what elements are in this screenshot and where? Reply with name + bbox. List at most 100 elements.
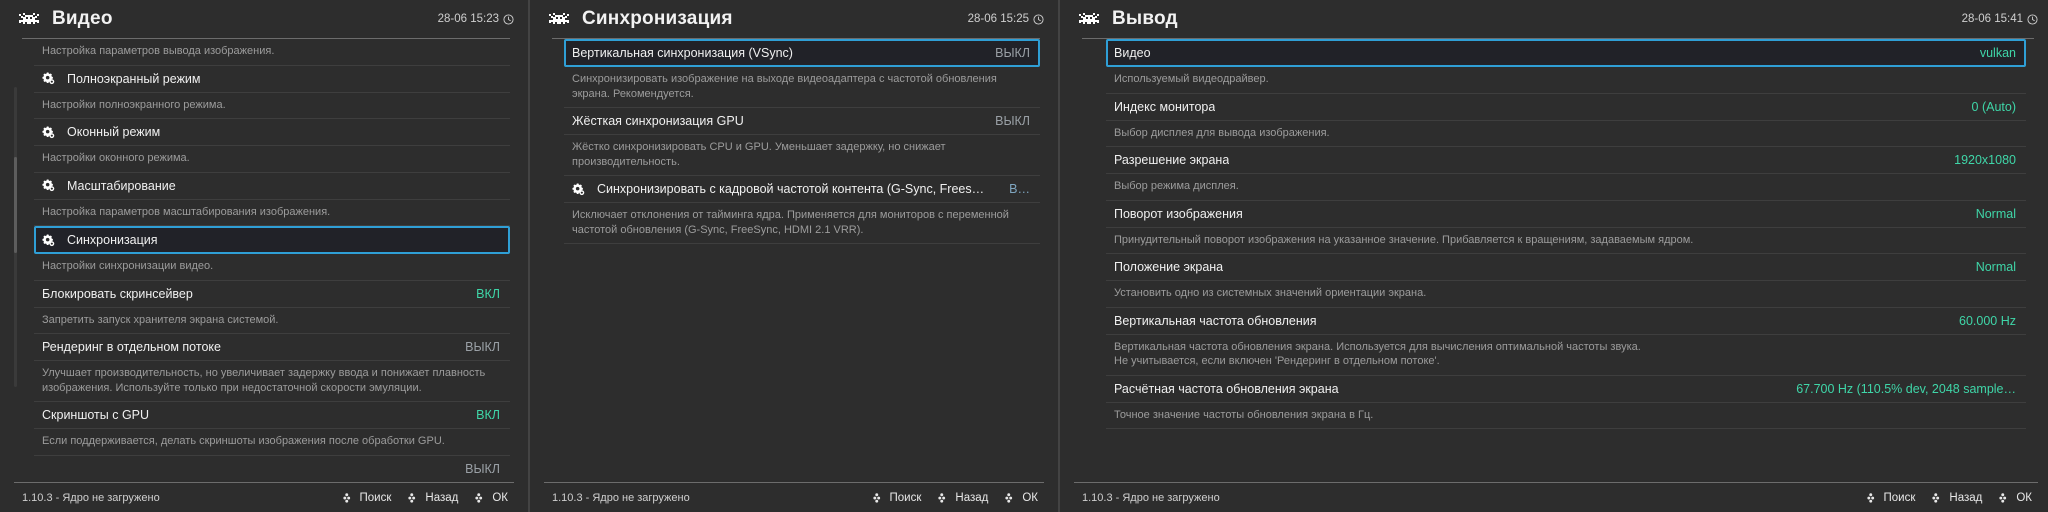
clock: 28-06 15:25 [968, 13, 1044, 25]
setting-label: Вертикальная синхронизация (VSync) [572, 46, 793, 60]
setting-value[interactable]: 1920x1080 [1942, 153, 2016, 167]
setting-sublabel: Вертикальная частота обновления экрана. … [1106, 335, 2026, 376]
gamepad-icon [872, 493, 880, 503]
setting-row[interactable]: Оконный режим [34, 119, 510, 146]
gear-icon [572, 183, 585, 195]
setting-row[interactable]: Синхронизировать с кадровой частотой кон… [564, 176, 1040, 203]
setting-value[interactable]: В… [997, 182, 1030, 196]
setting-row-selected[interactable]: Синхронизация [34, 226, 510, 254]
footer-action-label: Поиск [359, 491, 392, 504]
setting-value[interactable]: ВЫКЛ [983, 114, 1030, 128]
version-status: 1.10.3 - Ядро не загружено [1082, 491, 1220, 504]
gamepad-icon [1999, 493, 2007, 503]
version-status: 1.10.3 - Ядро не загружено [22, 491, 160, 504]
setting-value[interactable]: 0 (Auto) [1960, 100, 2016, 114]
footer-action-back[interactable]: Назад [1932, 492, 1982, 504]
panel-sync: Синхронизация 28-06 15:25 Вертикальная си… [530, 0, 1058, 512]
clock-icon [2027, 13, 2038, 25]
scrollbar-thumb[interactable] [14, 157, 17, 253]
footer-action-label: Назад [425, 491, 459, 504]
setting-sublabel: Запретить запуск хранителя экрана систем… [34, 308, 510, 334]
clock-icon [1033, 13, 1044, 25]
setting-value[interactable]: 60.000 Hz [1947, 314, 2016, 328]
setting-row-selected[interactable]: Вертикальная синхронизация (VSync) ВЫКЛ [564, 39, 1040, 67]
setting-row[interactable]: Масштабирование [34, 173, 510, 200]
footer-action-search[interactable]: Поиск [872, 491, 922, 504]
footer-nav: Поиск Назад ОК [872, 491, 1038, 504]
setting-label: Расчётная частота обновления экрана [1114, 381, 1339, 396]
settings-list[interactable]: Видео vulkan Используемый видеодрайвер. Инд… [1060, 39, 2048, 482]
setting-sublabel: Выбор режима дисплея. [1106, 174, 2026, 201]
setting-label: Видео [1114, 46, 1151, 60]
setting-sublabel: Настройки оконного режима. [34, 146, 510, 173]
clock: 28-06 15:41 [1962, 13, 2038, 25]
setting-row[interactable]: Скриншоты с GPU ВКЛ [34, 402, 510, 429]
footer-action-back[interactable]: Назад [408, 492, 458, 504]
setting-row[interactable]: Блокировать скринсейвер ВКЛ [34, 281, 510, 308]
setting-sublabel: Настройка параметров вывода изображения. [34, 39, 510, 66]
setting-row[interactable]: Полноэкранный режим [34, 66, 510, 93]
clock-text: 28-06 15:25 [967, 13, 1029, 25]
setting-sublabel: Синхронизировать изображение на выходе в… [564, 67, 1040, 108]
setting-row[interactable]: Рендеринг в отдельном потоке ВЫКЛ [34, 334, 510, 361]
footer-action-ok[interactable]: ОК [475, 492, 508, 504]
setting-row[interactable]: Поворот изображения Normal [1106, 201, 2026, 228]
gear-icon [42, 72, 55, 85]
setting-row[interactable]: ВЫКЛ [34, 456, 510, 483]
panel-output: Вывод 28-06 15:41 Видео vulkan Используемый… [1060, 0, 2048, 512]
gear-icon [42, 234, 55, 246]
setting-label: Оконный режим [67, 125, 161, 139]
setting-label: Разрешение экрана [1114, 153, 1230, 167]
setting-value[interactable]: Normal [1964, 207, 2016, 221]
footer-action-search[interactable]: Поиск [342, 491, 392, 504]
footer-nav: Поиск Назад ОК [1866, 492, 2032, 504]
settings-list[interactable]: Вертикальная синхронизация (VSync) ВЫКЛ Си… [530, 39, 1058, 482]
panel-header: Синхронизация 28-06 15:25 [530, 0, 1058, 38]
page-title: Видео [52, 8, 113, 29]
space-invader-icon [19, 13, 39, 24]
setting-label: Синхронизировать с кадровой частотой кон… [597, 182, 985, 196]
footer-action-ok[interactable]: ОК [1999, 492, 2032, 504]
footer-action-label: Назад [955, 491, 989, 504]
setting-value[interactable]: ВКЛ [464, 287, 500, 301]
setting-row-selected[interactable]: Видео vulkan [1106, 39, 2026, 67]
settings-list[interactable]: Настройка параметров вывода изображения.… [0, 39, 528, 482]
footer-action-label: ОК [492, 491, 508, 504]
footer-action-ok[interactable]: ОК [1005, 492, 1038, 504]
setting-sublabel: Точное значение частоты обновления экран… [1106, 403, 2026, 429]
setting-sublabel: Улучшает производительность, но увеличив… [34, 361, 510, 402]
gamepad-icon [1005, 493, 1013, 503]
setting-row[interactable]: Вертикальная частота обновления 60.000 Hz [1106, 308, 2026, 335]
setting-row[interactable]: Расчётная частота обновления экрана 67.70… [1106, 376, 2026, 403]
gamepad-icon [1932, 493, 1940, 503]
setting-label: Жёсткая синхронизация GPU [572, 114, 744, 128]
gamepad-icon [475, 493, 483, 503]
setting-label: Синхронизация [67, 233, 158, 247]
setting-value[interactable]: vulkan [1968, 46, 2016, 60]
setting-row[interactable]: Разрешение экрана 1920x1080 [1106, 147, 2026, 174]
setting-value[interactable]: ВЫКЛ [983, 46, 1030, 60]
setting-value[interactable]: Normal [1964, 260, 2016, 274]
setting-value[interactable]: 67.700 Hz (110.5% dev, 2048 sample… [1784, 382, 2016, 396]
footer-action-label: Назад [1949, 491, 1983, 504]
setting-value[interactable]: ВКЛ [464, 408, 500, 422]
footer-action-back[interactable]: Назад [938, 492, 988, 504]
footer-action-label: Поиск [889, 491, 922, 504]
setting-row[interactable]: Индекс монитора 0 (Auto) [1106, 94, 2026, 121]
clock: 28-06 15:23 [438, 13, 514, 25]
setting-value[interactable]: ВЫКЛ [453, 462, 500, 476]
setting-value[interactable]: ВЫКЛ [453, 340, 500, 354]
footer-action-search[interactable]: Поиск [1866, 492, 1915, 504]
setting-sublabel: Настройка параметров масштабирования изо… [34, 200, 510, 226]
setting-row[interactable]: Положение экрана Normal [1106, 254, 2026, 281]
panel-header: Вывод 28-06 15:41 [1060, 0, 2048, 38]
setting-sublabel: Используемый видеодрайвер. [1106, 67, 2026, 94]
setting-sublabel: Принудительный поворот изображения на ук… [1106, 228, 2026, 254]
panel-footer: 1.10.3 - Ядро не загружено Поиск Назад О… [544, 482, 1044, 512]
clock-icon [503, 13, 514, 25]
panel-footer: 1.10.3 - Ядро не загружено Поиск Назад О… [1074, 482, 2038, 512]
footer-action-label: ОК [1022, 491, 1038, 504]
setting-row[interactable]: Жёсткая синхронизация GPU ВЫКЛ [564, 108, 1040, 135]
setting-label: Вертикальная частота обновления [1114, 313, 1317, 328]
setting-label: Скриншоты с GPU [42, 408, 150, 422]
